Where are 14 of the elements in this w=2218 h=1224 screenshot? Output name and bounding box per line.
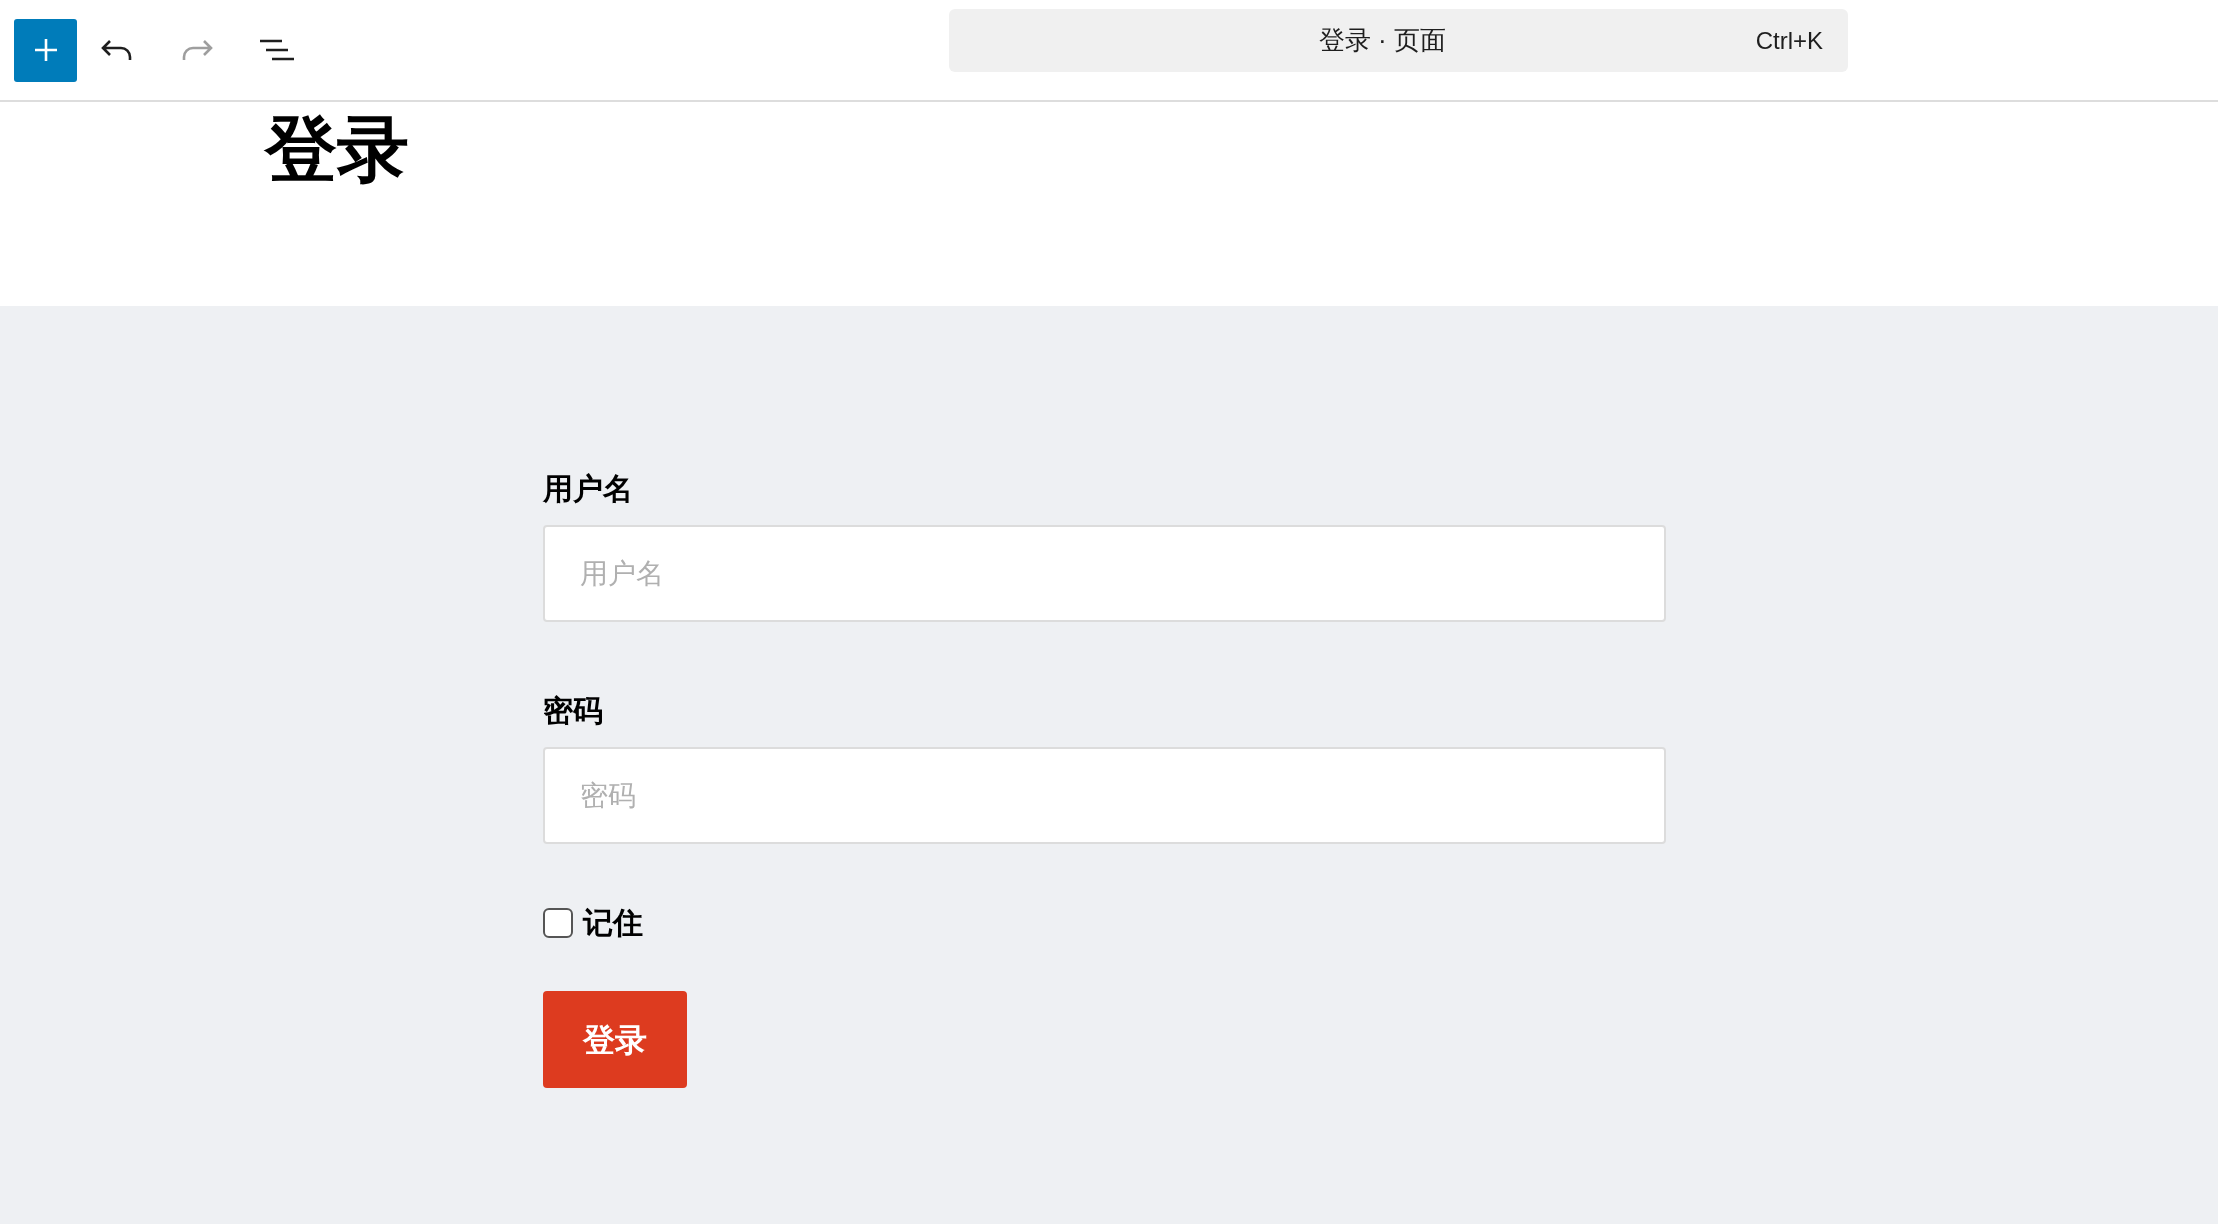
document-title: 登录 · 页面 — [1317, 24, 1447, 57]
command-palette-bar[interactable]: 登录 · 页面 Ctrl+K — [949, 9, 1848, 72]
undo-icon — [100, 37, 134, 63]
password-field[interactable]: 密码 — [543, 747, 1666, 844]
remember-label: 记住 — [583, 905, 643, 941]
login-button[interactable]: 登录 — [543, 991, 687, 1088]
keyboard-shortcut: Ctrl+K — [1755, 25, 1824, 56]
page-title: 登录 — [265, 108, 409, 191]
remember-checkbox[interactable] — [543, 907, 573, 938]
field-label: 用户名 — [543, 471, 633, 507]
add-block-button[interactable] — [14, 18, 77, 82]
redo-icon — [180, 37, 214, 63]
field-label: 密码 — [543, 693, 603, 729]
username-field[interactable]: 用户名 — [543, 525, 1666, 622]
